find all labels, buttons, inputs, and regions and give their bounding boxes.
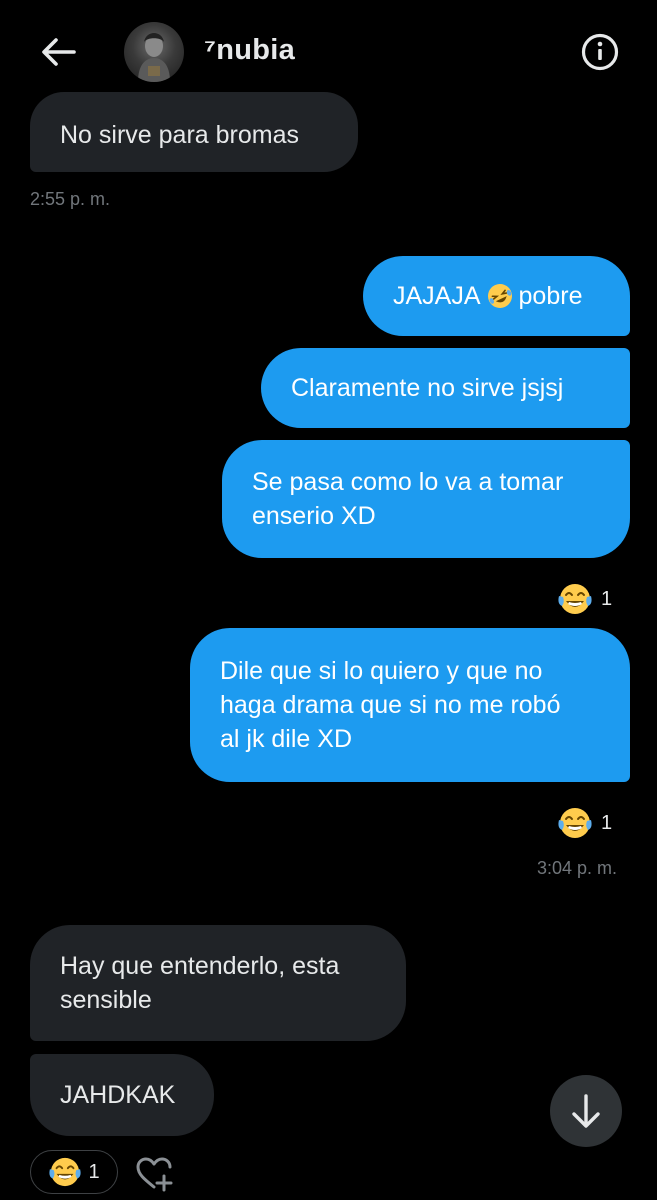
tears-of-joy-emoji — [49, 1157, 82, 1187]
contact-name[interactable]: ⁷nubia — [204, 34, 295, 67]
conversation-header: ⁷nubia — [0, 0, 657, 105]
outgoing-message-bubble[interactable]: Claramente no sirve jsjsj — [261, 348, 630, 428]
avatar-image — [138, 33, 170, 82]
back-button[interactable] — [34, 30, 82, 74]
avatar[interactable] — [124, 22, 184, 82]
message-reaction[interactable]: 1 — [30, 1150, 118, 1194]
tears-of-joy-emoji — [558, 808, 592, 838]
message-text: Claramente no sirve jsjsj — [291, 374, 564, 402]
arrow-down-icon — [572, 1094, 600, 1128]
message-timestamp: 2:55 p. m. — [30, 189, 111, 209]
reaction-count: 1 — [601, 587, 613, 610]
message-text: No sirve para bromas — [60, 121, 299, 149]
message-text-start: JAJAJA — [393, 282, 481, 310]
reaction-count: 1 — [88, 1160, 100, 1183]
scroll-to-bottom-button[interactable] — [550, 1075, 622, 1147]
message-line: enserio XD — [252, 502, 376, 530]
message-text: JAHDKAK — [60, 1081, 176, 1109]
message-line: Hay que entenderlo, esta — [60, 952, 340, 980]
reaction-count: 1 — [601, 811, 613, 834]
rolling-on-floor-laughing-emoji — [487, 284, 512, 308]
message-reaction[interactable]: 1 — [557, 806, 612, 840]
outgoing-message-bubble[interactable]: Dile que si lo quiero y que no haga dram… — [190, 628, 630, 782]
incoming-message-bubble[interactable]: Hay que entenderlo, esta sensible — [30, 925, 406, 1041]
conversation-info-button[interactable] — [578, 30, 622, 74]
add-reaction-button[interactable] — [134, 1154, 174, 1194]
tears-of-joy-emoji — [558, 584, 592, 614]
incoming-message-bubble[interactable]: JAHDKAK — [30, 1054, 214, 1136]
message-timestamp: 3:04 p. m. — [537, 858, 618, 878]
heart-plus-icon — [136, 1157, 173, 1192]
outgoing-message-bubble[interactable]: Se pasa como lo va a tomar enserio XD — [222, 440, 630, 558]
message-line: haga drama que si no me robó — [220, 691, 561, 719]
outgoing-message-bubble[interactable]: JAJAJA pobre — [363, 256, 630, 336]
message-line: al jk dile XD — [220, 725, 352, 753]
incoming-message-bubble[interactable]: No sirve para bromas — [30, 92, 358, 172]
info-circle-icon — [581, 33, 619, 71]
message-line: Dile que si lo quiero y que no — [220, 657, 543, 685]
message-line: Se pasa como lo va a tomar — [252, 468, 564, 496]
arrow-left-icon — [42, 38, 76, 66]
message-reaction[interactable]: 1 — [557, 582, 612, 616]
message-line: sensible — [60, 986, 152, 1014]
message-text-end: pobre — [518, 282, 583, 310]
